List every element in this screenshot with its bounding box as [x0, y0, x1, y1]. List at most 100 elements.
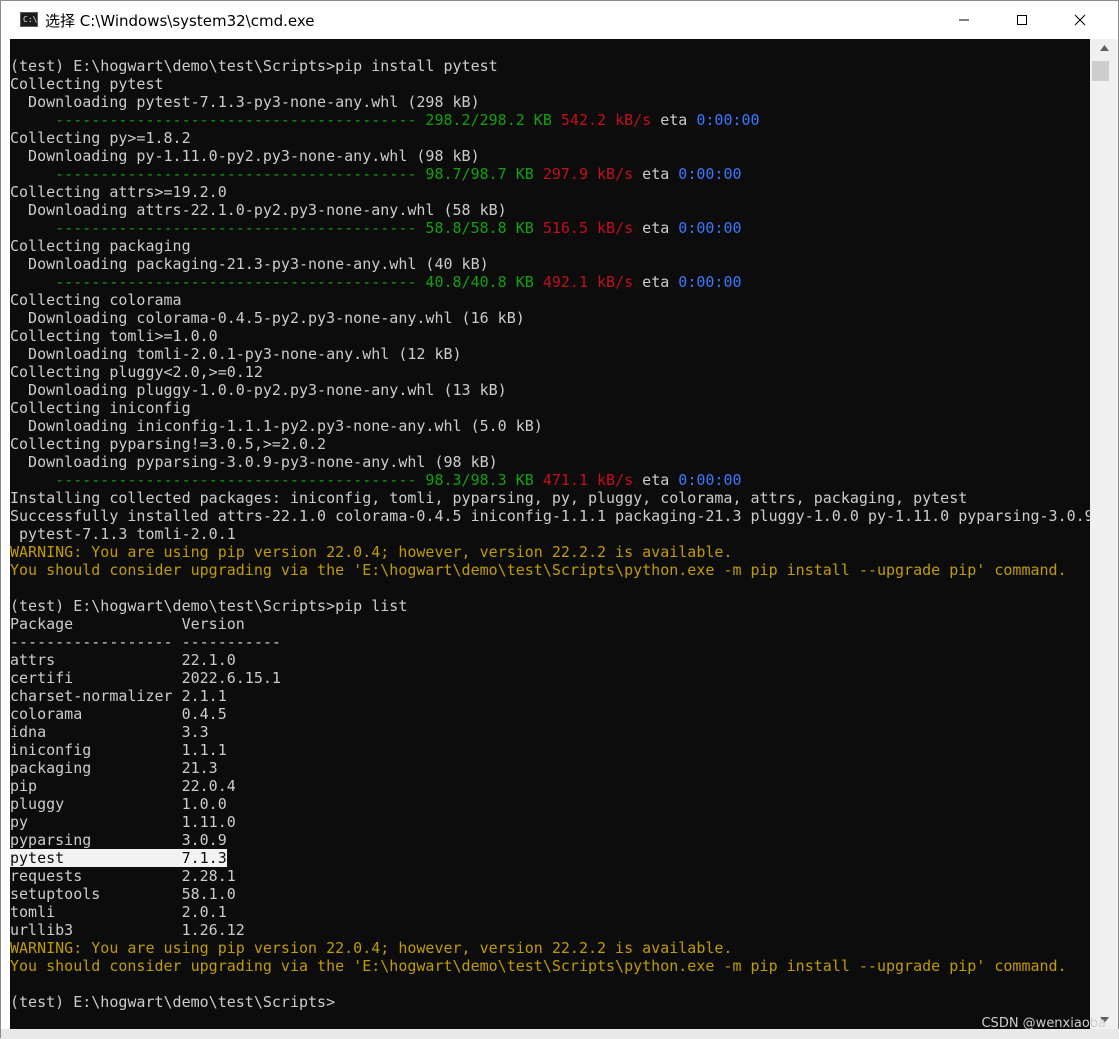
console-segment: eta — [633, 165, 679, 183]
console-segment: Collecting py>=1.8.2 — [10, 129, 191, 147]
console-segment: ---------------------------------------- — [10, 111, 426, 129]
console-line: WARNING: You are using pip version 22.0.… — [10, 543, 1090, 561]
console-segment: Downloading pyparsing-3.0.9-py3-none-any… — [10, 453, 498, 471]
console-line: ----------------------------------------… — [10, 273, 1090, 291]
console-segment: 298.2/298.2 KB — [425, 111, 552, 129]
console-line: Downloading tomli-2.0.1-py3-none-any.whl… — [10, 345, 1090, 363]
console-segment: eta — [633, 471, 679, 489]
console-line: ------------------ ----------- — [10, 633, 1090, 651]
console-segment: Collecting packaging — [10, 237, 191, 255]
console-segment: urllib3 1.26.12 — [10, 921, 245, 939]
console-line: ----------------------------------------… — [10, 165, 1090, 183]
console-line: Collecting py>=1.8.2 — [10, 129, 1090, 147]
console-segment: Collecting attrs>=19.2.0 — [10, 183, 227, 201]
console-segment: 542.2 kB/s — [560, 111, 652, 129]
console-line: Collecting iniconfig — [10, 399, 1090, 417]
console-line: pytest 7.1.3 — [10, 849, 1090, 867]
console-segment: (test) E:\hogwart\demo\test\Scripts>pip … — [10, 597, 408, 615]
console-segment: idna 3.3 — [10, 723, 209, 741]
console-segment: Downloading py-1.11.0-py2.py3-none-any.w… — [10, 147, 480, 165]
console-segment: Collecting tomli>=1.0.0 — [10, 327, 218, 345]
console-line: certifi 2022.6.15.1 — [10, 669, 1090, 687]
minimize-button[interactable] — [935, 1, 993, 39]
console-segment: Collecting pytest — [10, 75, 164, 93]
title-bar[interactable]: C:\ 选择 C:\Windows\system32\cmd.exe — [1, 1, 1118, 39]
console-segment: setuptools 58.1.0 — [10, 885, 236, 903]
console-line: tomli 2.0.1 — [10, 903, 1090, 921]
console-line: Downloading packaging-21.3-py3-none-any.… — [10, 255, 1090, 273]
console-segment: 297.9 kB/s — [542, 165, 634, 183]
console-segment: Collecting pluggy<2.0,>=0.12 — [10, 363, 263, 381]
console-segment: Downloading packaging-21.3-py3-none-any.… — [10, 255, 489, 273]
console-line: attrs 22.1.0 — [10, 651, 1090, 669]
console-line: Collecting colorama — [10, 291, 1090, 309]
console-segment: You should consider upgrading via the 'E… — [10, 957, 1067, 975]
console-segment: pytest 7.1.3 — [10, 849, 227, 867]
scroll-up-button[interactable] — [1090, 39, 1118, 57]
console-line: urllib3 1.26.12 — [10, 921, 1090, 939]
maximize-button[interactable] — [993, 1, 1051, 39]
console-line: Downloading iniconfig-1.1.1-py2.py3-none… — [10, 417, 1090, 435]
console-line: packaging 21.3 — [10, 759, 1090, 777]
maximize-icon — [1017, 15, 1027, 25]
cmd-window: C:\ 选择 C:\Windows\system32\cmd.exe (test… — [0, 0, 1119, 1039]
console-line: (test) E:\hogwart\demo\test\Scripts>pip … — [10, 57, 1090, 75]
console-line: Collecting pytest — [10, 75, 1090, 93]
console-line: Successfully installed attrs-22.1.0 colo… — [10, 507, 1090, 525]
console-segment: eta — [651, 111, 697, 129]
console-line: Installing collected packages: iniconfig… — [10, 489, 1090, 507]
close-icon — [1074, 14, 1086, 26]
console-segment: 471.1 kB/s — [542, 471, 634, 489]
console-segment: WARNING: You are using pip version 22.0.… — [10, 543, 733, 561]
console-segment: (test) E:\hogwart\demo\test\Scripts>pip … — [10, 57, 498, 75]
console-line: Collecting packaging — [10, 237, 1090, 255]
console-segment: eta — [633, 273, 679, 291]
console-segment: 40.8/40.8 KB — [425, 273, 534, 291]
cmd-app-icon[interactable]: C:\ — [20, 12, 38, 27]
console-line: iniconfig 1.1.1 — [10, 741, 1090, 759]
console-segment: packaging 21.3 — [10, 759, 218, 777]
console-segment: Collecting iniconfig — [10, 399, 191, 417]
console-segment: Downloading iniconfig-1.1.1-py2.py3-none… — [10, 417, 543, 435]
console-segment: Collecting pyparsing!=3.0.5,>=2.0.2 — [10, 435, 327, 453]
console-segment: 0:00:00 — [696, 111, 760, 129]
console-line: colorama 0.4.5 — [10, 705, 1090, 723]
console-segment: 58.8/58.8 KB — [425, 219, 534, 237]
console-segment: 0:00:00 — [678, 165, 742, 183]
console-segment — [534, 165, 543, 183]
console-line: ----------------------------------------… — [10, 219, 1090, 237]
console-line: py 1.11.0 — [10, 813, 1090, 831]
console-segment: ---------------------------------------- — [10, 165, 426, 183]
console-segment: Installing collected packages: iniconfig… — [10, 489, 968, 507]
console-segment: Downloading colorama-0.4.5-py2.py3-none-… — [10, 309, 525, 327]
console-line: setuptools 58.1.0 — [10, 885, 1090, 903]
console-segment: pytest-7.1.3 tomli-2.0.1 — [10, 525, 236, 543]
console-line: ----------------------------------------… — [10, 111, 1090, 129]
console-segment: eta — [633, 219, 679, 237]
console-segment: pyparsing 3.0.9 — [10, 831, 227, 849]
console-output[interactable]: (test) E:\hogwart\demo\test\Scripts> pip … — [10, 39, 1090, 1029]
console-line: (test) E:\hogwart\demo\test\Scripts>pip … — [10, 597, 1090, 615]
scroll-thumb[interactable] — [1092, 61, 1109, 81]
console-segment: (test) E:\hogwart\demo\test\Scripts> — [10, 993, 336, 1011]
console-segment: requests 2.28.1 — [10, 867, 236, 885]
console-segment: tomli 2.0.1 — [10, 903, 227, 921]
console-line: idna 3.3 — [10, 723, 1090, 741]
chevron-up-icon — [1099, 45, 1109, 51]
console-segment: Successfully installed attrs-22.1.0 colo… — [10, 507, 1090, 525]
console-line: Collecting pluggy<2.0,>=0.12 — [10, 363, 1090, 381]
console-line: Package Version — [10, 615, 1090, 633]
console-line: Downloading py-1.11.0-py2.py3-none-any.w… — [10, 147, 1090, 165]
console-segment: 98.3/98.3 KB — [425, 471, 534, 489]
console-line: requests 2.28.1 — [10, 867, 1090, 885]
console-segment: ------------------ ----------- — [10, 633, 281, 651]
console-line: Collecting tomli>=1.0.0 — [10, 327, 1090, 345]
close-button[interactable] — [1051, 1, 1109, 39]
console-segment: 516.5 kB/s — [542, 219, 634, 237]
console-line: WARNING: You are using pip version 22.0.… — [10, 939, 1090, 957]
console-segment — [552, 111, 561, 129]
console-line: Downloading pytest-7.1.3-py3-none-any.wh… — [10, 93, 1090, 111]
vertical-scrollbar[interactable] — [1090, 39, 1118, 1029]
